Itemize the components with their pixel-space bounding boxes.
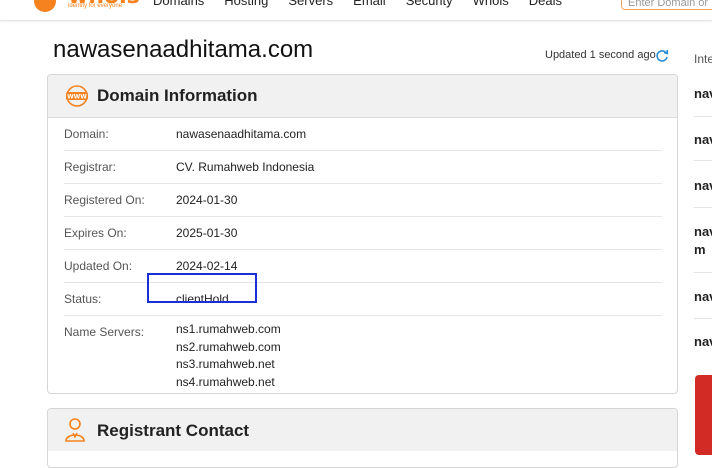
sidebar-divider (694, 272, 712, 273)
row-value: nawasenaadhitama.com (176, 127, 307, 141)
name-server: ns3.rumahweb.net (176, 357, 275, 371)
domain-info-panel: WWW Domain Information Domain: nawasenaa… (47, 74, 678, 394)
domain-info-header: WWW Domain Information (48, 75, 677, 118)
domain-info-title: Domain Information (97, 86, 258, 105)
person-icon (65, 418, 85, 442)
table-row: Registered On: 2024-01-30 (64, 184, 662, 217)
sidebar-divider (694, 160, 712, 161)
nav-deals[interactable]: Deals (529, 0, 562, 8)
domain-info-table: Domain: nawasenaadhitama.com Registrar: … (64, 118, 662, 392)
sidebar-divider (694, 116, 712, 117)
name-server: ns1.rumahweb.com (176, 322, 281, 336)
name-server: ns4.rumahweb.net (176, 374, 275, 389)
sidebar-item[interactable]: nav (694, 289, 712, 304)
nav-hosting[interactable]: Hosting (224, 0, 268, 8)
sidebar-item[interactable]: nav (694, 334, 712, 349)
logo-tagline: identity for everyone (68, 3, 123, 9)
status-highlight-box (147, 273, 257, 303)
name-server-list: ns1.rumahweb.com ns2.rumahweb.com ns3.ru… (176, 321, 281, 391)
main-nav: Domains Hosting Servers Email Security W… (153, 0, 582, 8)
row-value: 2025-01-30 (176, 226, 238, 240)
name-server: ns2.rumahweb.com (176, 339, 281, 354)
row-label: Expires On: (64, 226, 127, 240)
refresh-icon[interactable] (655, 48, 669, 63)
logo-icon (34, 0, 56, 12)
sidebar-item[interactable]: nav (694, 86, 712, 101)
top-navbar: whois identity for everyone Domains Host… (0, 0, 712, 21)
table-row-name-servers: Name Servers: ns1.rumahweb.com ns2.rumah… (64, 316, 662, 392)
row-label: Updated On: (64, 259, 133, 273)
nav-servers[interactable]: Servers (288, 0, 333, 8)
table-row: Domain: nawasenaadhitama.com (64, 118, 662, 151)
row-label: Status: (64, 292, 102, 306)
table-row: Expires On: 2025-01-30 (64, 217, 662, 250)
sidebar-header: Inte (694, 52, 712, 66)
svg-text:WWW: WWW (67, 94, 87, 101)
sidebar-item[interactable]: m (694, 242, 706, 257)
domain-search-input[interactable]: Enter Domain or IP (621, 0, 712, 10)
registrant-header: Registrant Contact (48, 409, 677, 451)
row-value: CV. Rumahweb Indonesia (176, 160, 315, 174)
nav-whois[interactable]: Whois (473, 0, 509, 8)
nav-domains[interactable]: Domains (153, 0, 204, 8)
www-globe-icon: WWW (66, 85, 88, 107)
sidebar-item[interactable]: nav (694, 224, 712, 239)
sidebar-divider (694, 318, 712, 319)
row-label: Name Servers: (64, 325, 145, 339)
sidebar-item[interactable]: nav (694, 178, 712, 193)
table-row: Registrar: CV. Rumahweb Indonesia (64, 151, 662, 184)
sidebar-divider (694, 207, 712, 208)
updated-timestamp: Updated 1 second ago (545, 49, 656, 61)
sidebar-promo-banner[interactable] (695, 375, 712, 455)
row-label: Domain: (64, 127, 109, 141)
nav-email[interactable]: Email (353, 0, 386, 8)
sidebar-item[interactable]: nav (694, 132, 712, 147)
row-value: 2024-02-14 (176, 259, 238, 273)
registrant-title: Registrant Contact (97, 421, 250, 440)
row-label: Registered On: (64, 193, 145, 207)
row-value: 2024-01-30 (176, 193, 238, 207)
registrant-panel: Registrant Contact (47, 408, 678, 468)
nav-security[interactable]: Security (406, 0, 453, 8)
row-label: Registrar: (64, 160, 117, 174)
page-title: nawasenaadhitama.com (53, 36, 314, 63)
